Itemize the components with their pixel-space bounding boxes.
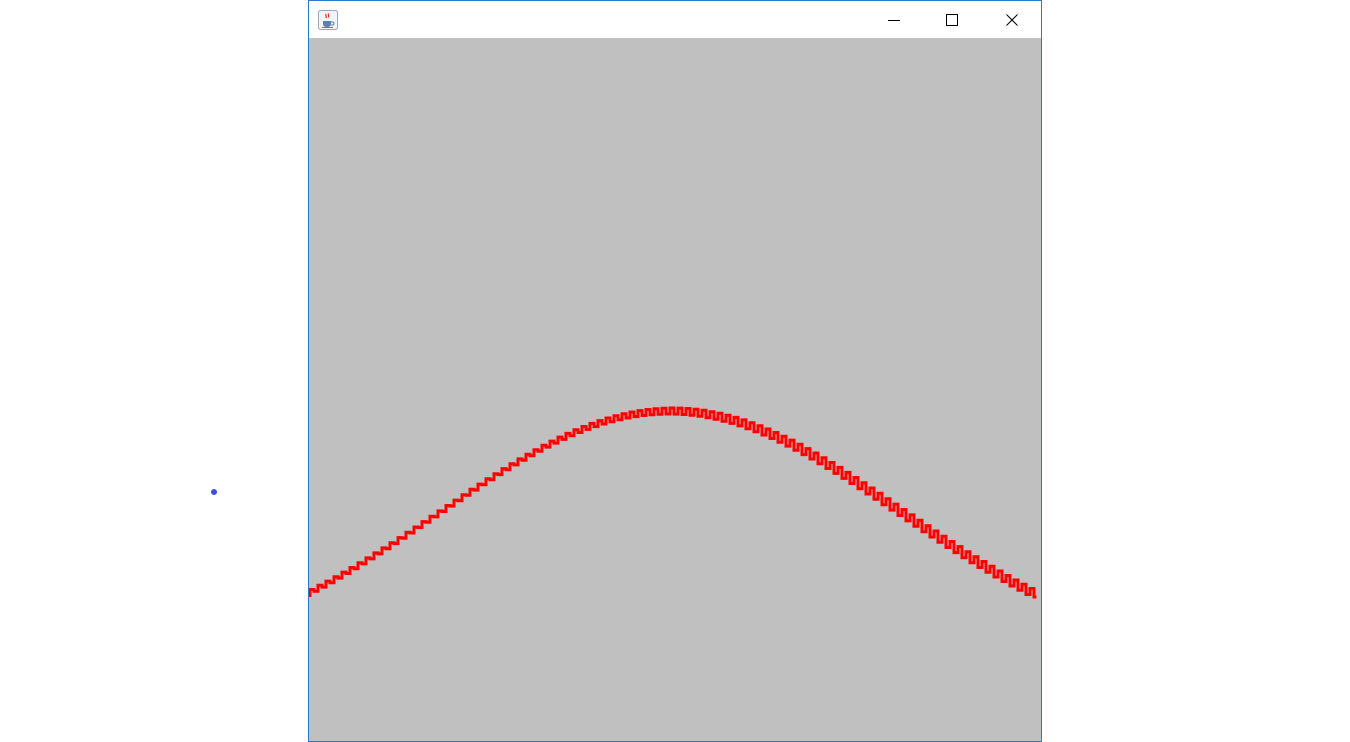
minimize-icon [888,19,900,21]
curve-drawing [309,406,1037,599]
desktop [0,0,1350,742]
mouse-cursor-dot [211,489,217,495]
maximize-button[interactable] [923,1,981,38]
minimize-button[interactable] [865,1,923,38]
stepped-red-curve [309,406,1037,599]
maximize-icon [946,13,958,26]
app-window [308,0,1042,742]
drawing-canvas[interactable] [309,38,1041,741]
close-icon [1005,13,1018,26]
java-cup-icon [318,10,338,30]
title-bar[interactable] [309,1,1041,38]
close-button[interactable] [982,1,1041,38]
